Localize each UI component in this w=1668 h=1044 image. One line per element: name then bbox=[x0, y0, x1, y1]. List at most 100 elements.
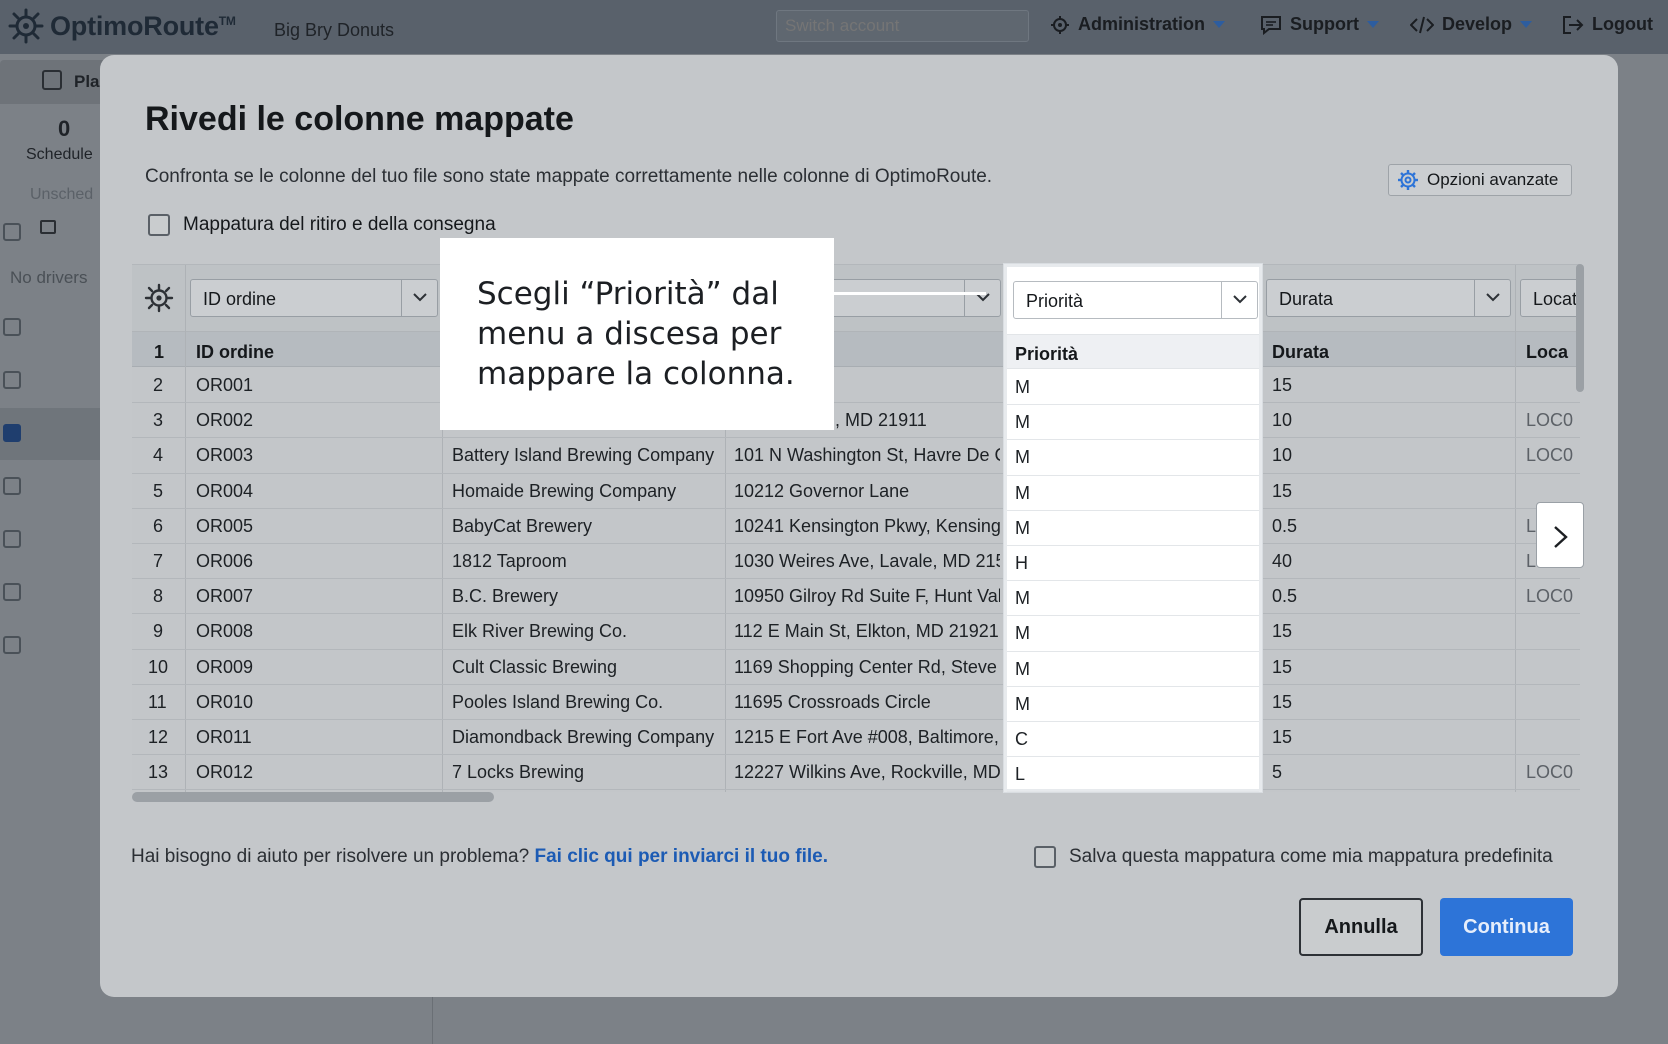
grid-cell: OR010 bbox=[196, 691, 254, 712]
send-file-link[interactable]: Fai clic qui per inviarci il tuo file. bbox=[534, 846, 828, 867]
scheduled-label: Schedule bbox=[26, 146, 93, 163]
column-select[interactable]: Locat bbox=[1520, 279, 1580, 317]
priority-cell: M bbox=[1015, 623, 1030, 644]
grid-cell: 10212 Governor Lane bbox=[734, 480, 910, 501]
grid-cell: 10 bbox=[1272, 445, 1293, 466]
column-select[interactable]: Durata bbox=[1266, 279, 1511, 317]
grid-cell: LOC0 bbox=[1526, 410, 1574, 431]
row-number: 6 bbox=[153, 515, 164, 536]
priority-cell: M bbox=[1015, 517, 1030, 538]
row-divider bbox=[1007, 439, 1259, 441]
grid-cell: 10 bbox=[1272, 410, 1293, 431]
chevron-down-icon bbox=[1213, 21, 1226, 28]
grid-cell: Elk River Brewing Co. bbox=[452, 621, 628, 642]
grid-cell: 7 Locks Brewing bbox=[452, 762, 585, 783]
priority-select-value: Priorità bbox=[1026, 291, 1084, 311]
pickup-delivery-option[interactable]: Mappatura del ritiro e della consegna bbox=[148, 214, 496, 236]
chevron-down-icon bbox=[1233, 295, 1247, 304]
row-number: 1 bbox=[154, 342, 165, 362]
continue-button[interactable]: Continua bbox=[1440, 898, 1573, 956]
horizontal-scrollbar[interactable] bbox=[132, 792, 494, 802]
row-checkbox[interactable] bbox=[3, 636, 21, 654]
grid-cell: 1215 E Fort Ave #008, Baltimore, bbox=[734, 727, 999, 747]
grid-cell: B.C. Brewery bbox=[452, 586, 559, 607]
pickup-delivery-checkbox[interactable] bbox=[148, 214, 170, 236]
chevron-down-icon bbox=[413, 293, 427, 302]
grid-cell: 1030 Weires Ave, Lavale, MD 215 bbox=[734, 551, 1000, 571]
logout-label: Logout bbox=[1592, 14, 1653, 34]
grid-cell: OR007 bbox=[196, 586, 254, 607]
cancel-button[interactable]: Annulla bbox=[1299, 898, 1423, 956]
develop-label: Develop bbox=[1442, 14, 1513, 34]
priority-column-highlight: Priorità Priorità MMMMMHMMMMCL bbox=[1004, 264, 1262, 793]
save-default-checkbox[interactable] bbox=[1034, 846, 1056, 868]
priority-cell: L bbox=[1015, 764, 1026, 785]
row-number: 12 bbox=[148, 727, 169, 747]
row-divider bbox=[132, 507, 1580, 509]
grid-cell: OR008 bbox=[196, 621, 254, 642]
account-name: Big Bry Donuts bbox=[274, 20, 395, 40]
grid-cell: 10950 Gilroy Rd Suite F, Hunt Val bbox=[734, 586, 1000, 607]
column-select-value: Durata bbox=[1279, 289, 1334, 309]
row-divider bbox=[1007, 756, 1259, 758]
scheduled-count: 0 bbox=[58, 116, 71, 141]
priority-cell: M bbox=[1015, 447, 1030, 468]
row-checkbox[interactable] bbox=[3, 318, 21, 336]
gear-icon bbox=[1398, 170, 1418, 190]
column-settings-icon[interactable] bbox=[144, 283, 174, 313]
grid-cell: 15 bbox=[1272, 375, 1293, 395]
brand-logo[interactable]: OptimoRouteTM bbox=[8, 8, 236, 44]
vertical-scrollbar[interactable] bbox=[1576, 264, 1584, 392]
advanced-options-button[interactable]: Opzioni avanzate bbox=[1388, 164, 1572, 196]
row-divider bbox=[132, 719, 1580, 720]
scroll-right-button[interactable] bbox=[1536, 502, 1584, 568]
top-nav: OptimoRouteTM Big Bry Donuts Administrat… bbox=[0, 0, 1668, 54]
column-select[interactable]: ID ordine bbox=[190, 279, 438, 317]
header-cell: ID ordine bbox=[196, 342, 275, 362]
background-right-panel bbox=[1618, 54, 1668, 1044]
support-label: Support bbox=[1290, 14, 1359, 34]
grid-cell: 15 bbox=[1272, 480, 1293, 501]
administration-menu[interactable]: Administration bbox=[1050, 14, 1226, 35]
row-checkbox[interactable] bbox=[3, 477, 21, 495]
select-all-checkbox[interactable] bbox=[3, 223, 21, 241]
grid-cell: 1812 Taproom bbox=[452, 551, 567, 571]
no-drivers-text: No drivers bbox=[10, 268, 88, 287]
dropdown-toggle[interactable] bbox=[401, 280, 437, 316]
logout-link[interactable]: Logout bbox=[1562, 14, 1653, 35]
chevron-down-icon bbox=[1486, 293, 1500, 302]
priority-cell: M bbox=[1015, 658, 1030, 679]
pickup-delivery-label: Mappatura del ritiro e della consegna bbox=[183, 214, 496, 235]
row-checkbox[interactable] bbox=[3, 583, 21, 601]
priority-cell: C bbox=[1015, 729, 1028, 749]
header-cell: Durata bbox=[1272, 342, 1330, 362]
row-divider bbox=[132, 402, 1580, 404]
support-menu[interactable]: Support bbox=[1260, 14, 1379, 35]
dropdown-toggle[interactable] bbox=[1221, 282, 1257, 318]
grid-cell: LOC0 bbox=[1526, 762, 1574, 783]
chevron-down-icon bbox=[1367, 21, 1379, 28]
divider bbox=[432, 996, 433, 1044]
unscheduled-label: Unsched bbox=[30, 186, 94, 203]
develop-menu[interactable]: Develop bbox=[1410, 14, 1533, 35]
priority-cell: M bbox=[1015, 482, 1030, 503]
row-number: 13 bbox=[148, 762, 169, 783]
priority-column-select[interactable]: Priorità bbox=[1013, 281, 1258, 319]
grid-cell: Cult Classic Brewing bbox=[452, 656, 618, 677]
switch-account-input[interactable] bbox=[776, 10, 1029, 42]
grid-cell: 112 E Main St, Elkton, MD 21921 bbox=[734, 621, 999, 642]
save-default-label: Salva questa mappatura come mia mappatur… bbox=[1069, 846, 1553, 867]
row-checkbox[interactable] bbox=[3, 371, 21, 389]
priority-cell: M bbox=[1015, 377, 1030, 397]
grid-cell: OR004 bbox=[196, 480, 254, 501]
save-default-option[interactable]: Salva questa mappatura come mia mappatur… bbox=[1034, 846, 1553, 868]
gear-icon bbox=[1051, 15, 1069, 34]
grid-cell: Pooles Island Brewing Co. bbox=[452, 691, 664, 712]
row-checkbox-checked[interactable] bbox=[3, 424, 21, 442]
tutorial-callout: Scegli “Priorità” dal menu a discesa per… bbox=[440, 238, 834, 430]
grid-cell: LOC0 bbox=[1526, 445, 1574, 466]
dropdown-toggle[interactable] bbox=[964, 280, 1000, 316]
row-checkbox[interactable] bbox=[3, 530, 21, 548]
dropdown-toggle[interactable] bbox=[1474, 280, 1510, 316]
callout-line: mappare la colonna. bbox=[477, 356, 795, 392]
